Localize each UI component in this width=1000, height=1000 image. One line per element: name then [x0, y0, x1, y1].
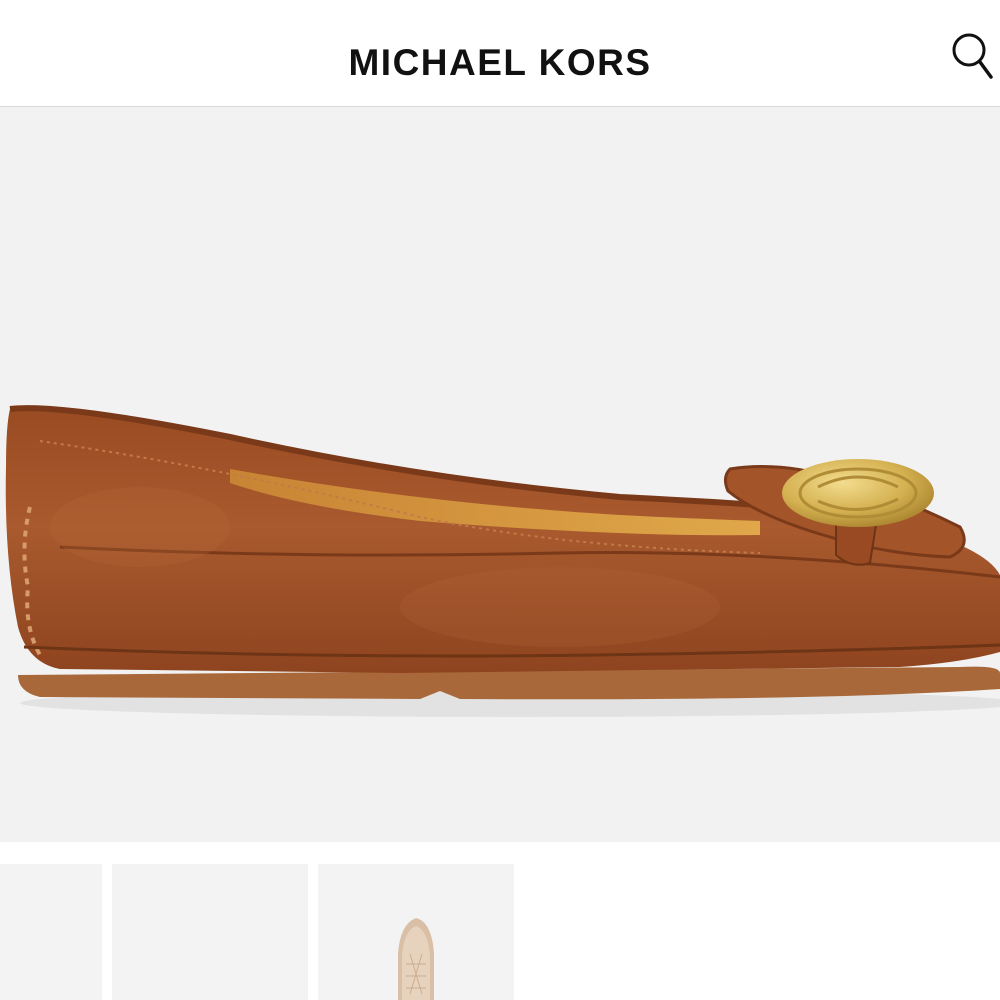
search-icon	[952, 33, 993, 79]
thumbnail-1[interactable]	[0, 864, 102, 1000]
thumbnail-shoe-image	[398, 918, 434, 1000]
site-header: MICHAEL KORS	[0, 0, 1000, 107]
brand-logo[interactable]: MICHAEL KORS	[0, 40, 1000, 86]
product-image-area[interactable]	[0, 107, 1000, 842]
thumbnail-2[interactable]	[112, 864, 308, 1000]
product-shoe-image	[5, 405, 1000, 717]
search-button[interactable]	[945, 28, 1000, 86]
thumbnail-3[interactable]	[318, 864, 514, 1000]
thumbnail-strip	[0, 842, 1000, 1000]
